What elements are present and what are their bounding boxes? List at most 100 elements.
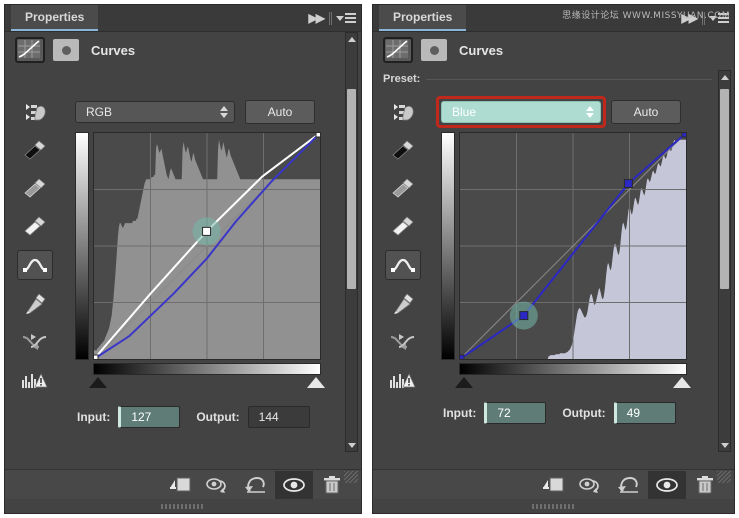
curves-adjustment-icon[interactable] — [15, 37, 45, 63]
channel-row-left: RGB Auto — [75, 100, 315, 124]
layer-mask-icon[interactable] — [421, 39, 447, 61]
panel-scrollbar-right[interactable] — [718, 70, 731, 452]
input-field-left[interactable]: 127 — [118, 406, 181, 428]
tab-properties-left[interactable]: Properties — [11, 5, 99, 31]
auto-button-right[interactable]: Auto — [611, 100, 681, 124]
white-point-slider[interactable] — [307, 377, 325, 388]
scroll-thumb[interactable] — [720, 89, 729, 289]
input-output-row-right: Input: 72 Output: 49 — [443, 402, 676, 424]
clip-to-layer-button[interactable] — [534, 471, 572, 499]
channel-value: Blue — [452, 105, 477, 119]
panel-menu-icon[interactable] — [336, 13, 356, 23]
curves-plot-left[interactable] — [93, 132, 321, 360]
white-point-eyedropper[interactable] — [386, 212, 420, 240]
output-field-left[interactable]: 144 — [247, 406, 310, 428]
input-label: Input: — [443, 406, 477, 420]
auto-label: Auto — [267, 105, 293, 119]
scroll-down-arrow-icon[interactable] — [346, 439, 357, 451]
panel-tab-bar-left: Properties ▶▶ — [5, 5, 361, 32]
adjustment-title-row-right: Curves — [373, 32, 734, 68]
panel-body-right: Blue Auto Input: 72 Output: 49 — [373, 70, 734, 452]
page-title: Curves — [459, 42, 504, 58]
adjustment-bottom-bar-left — [5, 469, 361, 499]
edit-points-curve-tool[interactable] — [385, 250, 421, 280]
scroll-up-arrow-icon[interactable] — [346, 33, 357, 45]
input-gradient-bar-left — [93, 363, 321, 375]
gray-point-eyedropper[interactable] — [18, 174, 52, 202]
channel-row-right: Blue Auto — [436, 96, 681, 128]
toggle-previous-state-button[interactable] — [572, 471, 610, 499]
black-point-slider[interactable] — [455, 377, 473, 388]
properties-panel-right: Properties 思缘设计论坛 WWW.MISSYUAN.COM ▶▶ Cu… — [372, 4, 735, 514]
page-title: Curves — [91, 42, 136, 58]
panel-body-left: RGB Auto Input: 127 Output: 144 — [5, 32, 361, 474]
auto-label: Auto — [633, 105, 659, 119]
on-image-adjustment-tool[interactable] — [18, 98, 52, 126]
input-gradient-bar-right — [459, 363, 687, 375]
curves-tool-column-right — [381, 98, 425, 394]
curves-plot-right[interactable] — [459, 132, 687, 360]
screenshot-stage: Properties ▶▶ Curves RGB Auto Input: 127… — [0, 0, 739, 518]
output-label: Output: — [562, 406, 606, 420]
toggle-layer-visibility-button[interactable] — [275, 470, 313, 499]
scroll-up-arrow-icon[interactable] — [719, 71, 730, 83]
tab-properties-right[interactable]: Properties — [379, 5, 467, 31]
toggle-layer-visibility-button[interactable] — [648, 470, 686, 499]
curves-adjustment-icon[interactable] — [383, 37, 413, 63]
histogram-warning-tool[interactable] — [18, 366, 52, 394]
panel-scrollbar-left[interactable] — [345, 32, 358, 452]
chevron-updown-icon — [220, 106, 228, 118]
auto-button-left[interactable]: Auto — [245, 100, 315, 124]
on-image-adjustment-tool[interactable] — [386, 98, 420, 126]
smooth-curve-tool[interactable] — [386, 328, 420, 356]
tab-label: Properties — [393, 10, 453, 24]
histogram-warning-tool[interactable] — [386, 366, 420, 394]
preset-row-left — [5, 68, 361, 90]
smooth-curve-tool[interactable] — [18, 328, 52, 356]
preset-divider — [383, 79, 712, 80]
clip-to-layer-button[interactable] — [161, 471, 199, 499]
input-field-right[interactable]: 72 — [484, 402, 547, 424]
pencil-draw-curve-tool[interactable] — [18, 290, 52, 318]
pencil-draw-curve-tool[interactable] — [386, 290, 420, 318]
black-point-eyedropper[interactable] — [386, 136, 420, 164]
panel-tab-tools-left: ▶▶ — [309, 5, 356, 31]
panel-drag-grip-left[interactable] — [5, 499, 361, 513]
output-gradient-bar-right — [441, 132, 455, 360]
resize-grip-icon[interactable] — [344, 471, 358, 483]
resize-grip-icon[interactable] — [717, 471, 731, 483]
adjustment-bottom-bar-right — [373, 469, 734, 499]
white-point-eyedropper[interactable] — [18, 212, 52, 240]
properties-panel-left: Properties ▶▶ Curves RGB Auto Input: 127… — [4, 4, 362, 514]
chevron-updown-icon — [586, 106, 594, 118]
reset-adjustment-button[interactable] — [610, 471, 648, 499]
curves-tool-column-left — [13, 98, 57, 394]
layer-mask-icon[interactable] — [53, 39, 79, 61]
toggle-previous-state-button[interactable] — [199, 471, 237, 499]
scroll-down-arrow-icon[interactable] — [719, 439, 730, 451]
panel-drag-grip-right[interactable] — [373, 499, 734, 513]
grip-dots — [531, 503, 576, 509]
black-point-slider[interactable] — [89, 377, 107, 388]
channel-select-right[interactable]: Blue — [441, 101, 601, 123]
mask-dot — [429, 45, 439, 55]
black-point-eyedropper[interactable] — [18, 136, 52, 164]
reset-adjustment-button[interactable] — [237, 471, 275, 499]
channel-select-left[interactable]: RGB — [75, 101, 235, 123]
input-output-row-left: Input: 127 Output: 144 — [77, 406, 310, 428]
adjustment-title-row-left: Curves — [5, 32, 361, 68]
preset-row-right: Preset: — [373, 68, 734, 90]
output-field-right[interactable]: 49 — [613, 402, 676, 424]
output-label: Output: — [196, 410, 240, 424]
panel-tab-bar-right: Properties 思缘设计论坛 WWW.MISSYUAN.COM ▶▶ — [373, 5, 734, 32]
scroll-thumb[interactable] — [347, 89, 356, 289]
tab-divider — [329, 11, 330, 25]
tab-label: Properties — [25, 10, 85, 24]
black-white-point-sliders-left — [89, 377, 325, 391]
channel-value: RGB — [86, 105, 113, 119]
output-gradient-bar-left — [75, 132, 89, 360]
white-point-slider[interactable] — [673, 377, 691, 388]
collapse-to-icons-icon[interactable]: ▶▶ — [309, 11, 326, 25]
gray-point-eyedropper[interactable] — [386, 174, 420, 202]
edit-points-curve-tool[interactable] — [17, 250, 53, 280]
